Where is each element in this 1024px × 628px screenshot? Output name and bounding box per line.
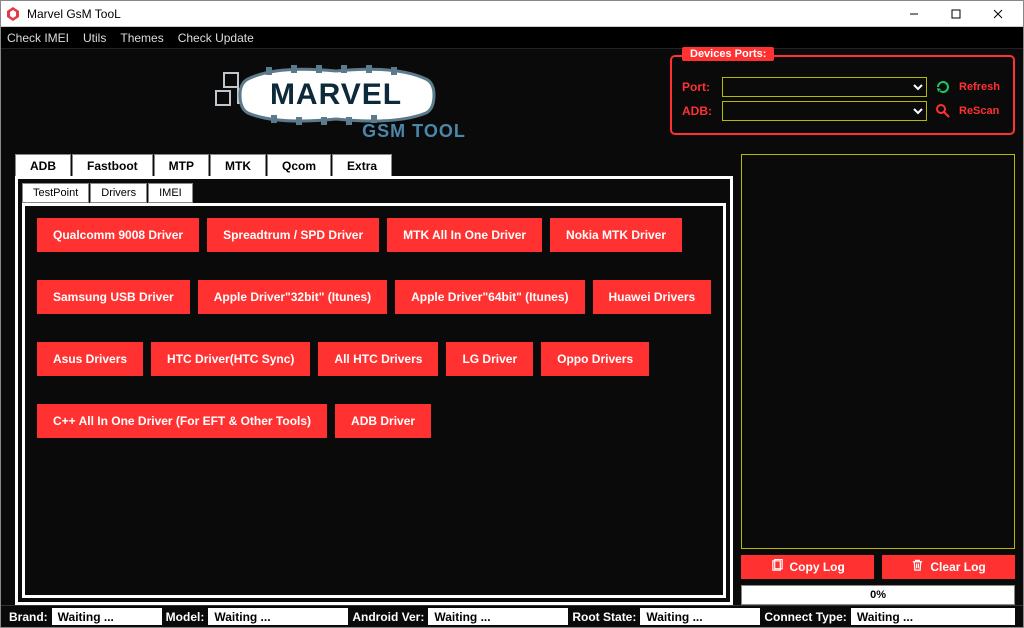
copy-icon [771,559,784,575]
main-tabs: ADB Fastboot MTP MTK Qcom Extra [15,154,733,176]
driver-asus[interactable]: Asus Drivers [37,342,143,376]
driver-htc-sync[interactable]: HTC Driver(HTC Sync) [151,342,310,376]
status-root-label: Root State: [572,610,636,624]
tab-qcom[interactable]: Qcom [267,154,331,176]
tab-fastboot[interactable]: Fastboot [72,154,153,176]
driver-apple-64[interactable]: Apple Driver"64bit" (Itunes) [395,280,584,314]
port-label: Port: [682,80,716,94]
adb-select[interactable] [722,101,927,121]
drivers-panel: Qualcomm 9008 Driver Spreadtrum / SPD Dr… [22,203,726,598]
driver-apple-32[interactable]: Apple Driver"32bit" (Itunes) [198,280,387,314]
driver-huawei[interactable]: Huawei Drivers [593,280,712,314]
status-bar: Brand: Waiting ... Model: Waiting ... An… [1,605,1023,627]
menu-check-update[interactable]: Check Update [178,31,254,45]
copy-log-label: Copy Log [790,560,845,574]
clear-log-button[interactable]: Clear Log [882,555,1015,579]
refresh-icon[interactable] [933,77,953,97]
driver-qualcomm-9008[interactable]: Qualcomm 9008 Driver [37,218,199,252]
status-android-value: Waiting ... [428,608,568,625]
adb-label: ADB: [682,104,716,118]
port-select[interactable] [722,77,927,97]
menu-themes[interactable]: Themes [120,31,163,45]
driver-mtk-all[interactable]: MTK All In One Driver [387,218,542,252]
status-root-value: Waiting ... [640,608,760,625]
status-model-value: Waiting ... [208,608,348,625]
driver-oppo[interactable]: Oppo Drivers [541,342,649,376]
subtab-testpoint[interactable]: TestPoint [22,183,89,203]
driver-lg[interactable]: LG Driver [446,342,533,376]
maximize-button[interactable] [935,1,977,27]
driver-adb[interactable]: ADB Driver [335,404,431,438]
app-icon [5,6,21,22]
driver-all-htc[interactable]: All HTC Drivers [318,342,438,376]
tab-extra[interactable]: Extra [332,154,392,176]
progress-bar: 0% [741,585,1015,605]
tab-adb[interactable]: ADB [15,154,71,176]
minimize-button[interactable] [893,1,935,27]
logo-text-marvel: MARVEL [269,78,401,111]
status-connect-label: Connect Type: [764,610,846,624]
refresh-button[interactable]: Refresh [959,81,1003,93]
status-model-label: Model: [166,610,205,624]
devices-ports-box: Devices Ports: Port: Refresh ADB: ReScan [670,55,1015,135]
status-brand-label: Brand: [9,610,48,624]
tab-mtp[interactable]: MTP [154,154,209,176]
driver-nokia-mtk[interactable]: Nokia MTK Driver [550,218,682,252]
subtab-imei[interactable]: IMEI [148,183,193,203]
status-android-label: Android Ver: [352,610,424,624]
rescan-button[interactable]: ReScan [959,105,1003,117]
driver-cpp-all[interactable]: C++ All In One Driver (For EFT & Other T… [37,404,327,438]
devices-legend: Devices Ports: [682,47,774,61]
tab-mtk[interactable]: MTK [210,154,266,176]
logo: MARVEL GSM TOOL [1,49,670,154]
clear-log-label: Clear Log [930,560,985,574]
subtab-drivers[interactable]: Drivers [90,183,147,203]
menu-utils[interactable]: Utils [83,31,106,45]
driver-samsung-usb[interactable]: Samsung USB Driver [37,280,190,314]
copy-log-button[interactable]: Copy Log [741,555,874,579]
main-panel: TestPoint Drivers IMEI Qualcomm 9008 Dri… [15,176,733,605]
window-title: Marvel GsM TooL [27,7,893,21]
menubar: Check IMEI Utils Themes Check Update [1,27,1023,49]
log-output[interactable] [741,154,1015,549]
status-brand-value: Waiting ... [52,608,162,625]
trash-icon [911,559,924,575]
driver-spreadtrum[interactable]: Spreadtrum / SPD Driver [207,218,379,252]
sub-tabs: TestPoint Drivers IMEI [22,183,726,203]
menu-check-imei[interactable]: Check IMEI [7,31,69,45]
close-button[interactable] [977,1,1019,27]
titlebar: Marvel GsM TooL [1,1,1023,27]
logo-text-gsm: GSM TOOL [362,121,466,141]
search-icon[interactable] [933,101,953,121]
status-connect-value: Waiting ... [851,608,1015,625]
